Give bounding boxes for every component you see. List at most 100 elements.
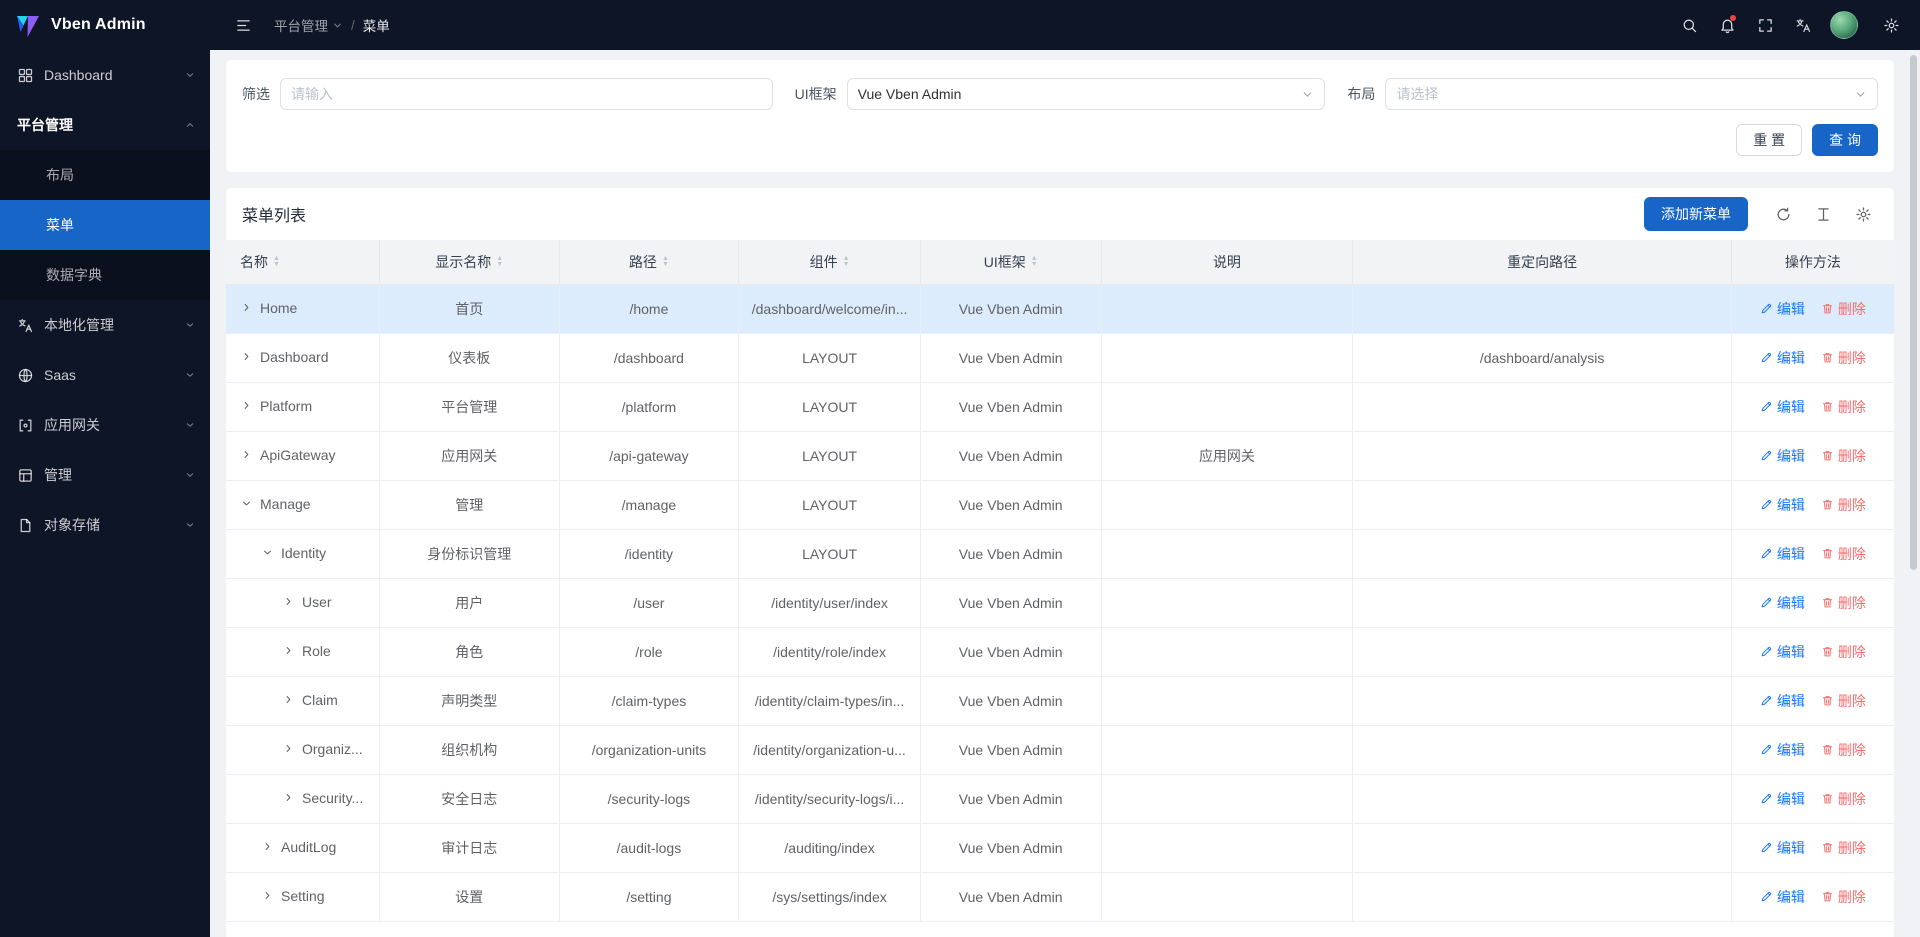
sort-icon[interactable]: ▲▼ xyxy=(496,256,503,268)
sidebar-item-storage[interactable]: 对象存储 xyxy=(0,500,210,550)
collapse-row-icon[interactable] xyxy=(240,497,253,510)
column-header[interactable]: 组件▲▼ xyxy=(739,240,921,284)
edit-button[interactable]: 编辑 xyxy=(1760,348,1805,368)
reset-button[interactable]: 重 置 xyxy=(1736,124,1802,156)
delete-button[interactable]: 删除 xyxy=(1821,397,1866,417)
global-search-button[interactable] xyxy=(1672,8,1706,42)
expand-row-icon[interactable] xyxy=(282,693,295,706)
scrollbar-thumb[interactable] xyxy=(1910,55,1917,570)
actions-cell: 编辑删除 xyxy=(1731,333,1894,382)
sidebar-collapse-button[interactable] xyxy=(226,8,260,42)
expand-row-icon[interactable] xyxy=(261,889,274,902)
expand-row-icon[interactable] xyxy=(240,350,253,363)
edit-button[interactable]: 编辑 xyxy=(1760,495,1805,515)
edit-button[interactable]: 编辑 xyxy=(1760,691,1805,711)
add-menu-button[interactable]: 添加新菜单 xyxy=(1644,197,1748,231)
edit-button[interactable]: 编辑 xyxy=(1760,838,1805,858)
sidebar-item-dashboard[interactable]: Dashboard xyxy=(0,50,210,100)
expand-row-icon[interactable] xyxy=(282,791,295,804)
table-row[interactable]: Home首页/home/dashboard/welcome/in...Vue V… xyxy=(226,284,1894,333)
column-header[interactable]: UI框架▲▼ xyxy=(920,240,1101,284)
expand-row-icon[interactable] xyxy=(240,399,253,412)
sort-icon[interactable]: ▲▼ xyxy=(1031,256,1038,268)
trash-icon xyxy=(1821,449,1834,462)
table-row[interactable]: Dashboard仪表板/dashboardLAYOUTVue Vben Adm… xyxy=(226,333,1894,382)
expand-row-icon[interactable] xyxy=(282,742,295,755)
delete-button[interactable]: 删除 xyxy=(1821,348,1866,368)
user-avatar[interactable] xyxy=(1830,11,1858,39)
sidebar-item-platform[interactable]: 平台管理 xyxy=(0,100,210,150)
delete-button[interactable]: 删除 xyxy=(1821,642,1866,662)
table-row[interactable]: Role角色/role/identity/role/indexVue Vben … xyxy=(226,627,1894,676)
column-header[interactable]: 路径▲▼ xyxy=(559,240,739,284)
edit-button[interactable]: 编辑 xyxy=(1760,397,1805,417)
delete-button[interactable]: 删除 xyxy=(1821,446,1866,466)
ui-framework-cell: Vue Vben Admin xyxy=(920,725,1101,774)
table-row[interactable]: Identity身份标识管理/identityLAYOUTVue Vben Ad… xyxy=(226,529,1894,578)
display-name-cell: 审计日志 xyxy=(379,823,559,872)
column-settings-button[interactable] xyxy=(1848,199,1878,229)
delete-button[interactable]: 删除 xyxy=(1821,740,1866,760)
edit-button[interactable]: 编辑 xyxy=(1760,789,1805,809)
row-height-button[interactable] xyxy=(1808,199,1838,229)
table-row[interactable]: Setting设置/setting/sys/settings/indexVue … xyxy=(226,872,1894,921)
delete-button[interactable]: 删除 xyxy=(1821,838,1866,858)
sidebar-subitem-dict[interactable]: 数据字典 xyxy=(0,250,210,300)
sidebar-item-management[interactable]: 管理 xyxy=(0,450,210,500)
table-row[interactable]: ApiGateway应用网关/api-gatewayLAYOUTVue Vben… xyxy=(226,431,1894,480)
sort-icon[interactable]: ▲▼ xyxy=(843,256,850,268)
delete-button[interactable]: 删除 xyxy=(1821,789,1866,809)
sidebar-subitem-menu[interactable]: 菜单 xyxy=(0,200,210,250)
logo[interactable]: Vben Admin xyxy=(0,0,210,50)
layout-select[interactable]: 请选择 xyxy=(1385,78,1878,110)
table-row[interactable]: AuditLog审计日志/audit-logs/auditing/indexVu… xyxy=(226,823,1894,872)
layout-label: 布局 xyxy=(1347,84,1375,104)
ui-framework-select[interactable]: Vue Vben Admin xyxy=(847,78,1326,110)
fullscreen-button[interactable] xyxy=(1748,8,1782,42)
edit-button[interactable]: 编辑 xyxy=(1760,593,1805,613)
sidebar-item-localization[interactable]: 本地化管理 xyxy=(0,300,210,350)
delete-button[interactable]: 删除 xyxy=(1821,691,1866,711)
table-row[interactable]: Platform平台管理/platformLAYOUTVue Vben Admi… xyxy=(226,382,1894,431)
edit-button[interactable]: 编辑 xyxy=(1760,887,1805,907)
topbar: 平台管理 / 菜单 xyxy=(210,0,1920,50)
expand-row-icon[interactable] xyxy=(240,301,253,314)
delete-button[interactable]: 删除 xyxy=(1821,495,1866,515)
breadcrumb-platform[interactable]: 平台管理 xyxy=(274,15,343,35)
column-header[interactable]: 名称▲▼ xyxy=(226,240,379,284)
sidebar-item-gateway[interactable]: 应用网关 xyxy=(0,400,210,450)
sidebar-item-saas[interactable]: Saas xyxy=(0,350,210,400)
edit-button[interactable]: 编辑 xyxy=(1760,544,1805,564)
delete-button[interactable]: 删除 xyxy=(1821,299,1866,319)
language-button[interactable] xyxy=(1786,8,1820,42)
refresh-button[interactable] xyxy=(1768,199,1798,229)
sort-icon[interactable]: ▲▼ xyxy=(662,256,669,268)
collapse-row-icon[interactable] xyxy=(261,546,274,559)
search-button[interactable]: 查 询 xyxy=(1812,124,1878,156)
delete-button[interactable]: 删除 xyxy=(1821,544,1866,564)
table-row[interactable]: Claim声明类型/claim-types/identity/claim-typ… xyxy=(226,676,1894,725)
delete-button[interactable]: 删除 xyxy=(1821,593,1866,613)
expand-row-icon[interactable] xyxy=(282,644,295,657)
column-header: 操作方法 xyxy=(1731,240,1894,284)
expand-row-icon[interactable] xyxy=(261,840,274,853)
notifications-button[interactable] xyxy=(1710,8,1744,42)
table-row[interactable]: User用户/user/identity/user/indexVue Vben … xyxy=(226,578,1894,627)
sort-icon[interactable]: ▲▼ xyxy=(273,256,280,268)
delete-button[interactable]: 删除 xyxy=(1821,887,1866,907)
filter-keyword-input[interactable] xyxy=(280,78,773,110)
table-row[interactable]: Manage管理/manageLAYOUTVue Vben Admin编辑删除 xyxy=(226,480,1894,529)
table-row[interactable]: Security...安全日志/security-logs/identity/s… xyxy=(226,774,1894,823)
page-scrollbar[interactable] xyxy=(1910,52,1917,932)
edit-button[interactable]: 编辑 xyxy=(1760,299,1805,319)
edit-button[interactable]: 编辑 xyxy=(1760,642,1805,662)
column-header[interactable]: 显示名称▲▼ xyxy=(379,240,559,284)
app-title: Vben Admin xyxy=(51,16,146,34)
edit-button[interactable]: 编辑 xyxy=(1760,446,1805,466)
expand-row-icon[interactable] xyxy=(240,448,253,461)
table-row[interactable]: Organiz...组织机构/organization-units/identi… xyxy=(226,725,1894,774)
sidebar-subitem-layout[interactable]: 布局 xyxy=(0,150,210,200)
preferences-button[interactable] xyxy=(1874,8,1908,42)
expand-row-icon[interactable] xyxy=(282,595,295,608)
edit-button[interactable]: 编辑 xyxy=(1760,740,1805,760)
